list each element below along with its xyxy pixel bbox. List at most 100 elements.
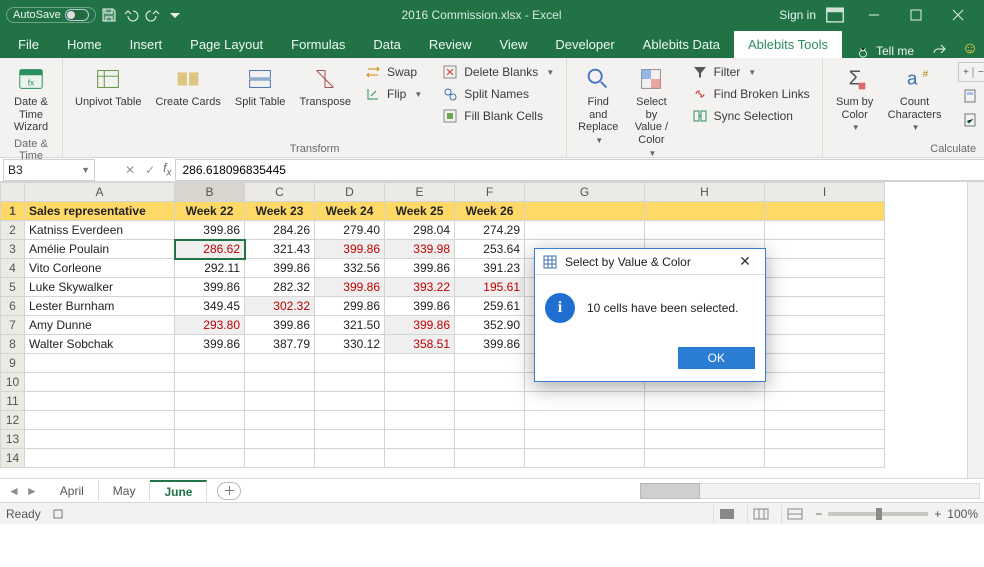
cell-C8[interactable]: 387.79 [245,335,315,354]
cell-B4[interactable]: 292.11 [175,259,245,278]
sheet-nav-next-icon[interactable]: ► [26,484,38,498]
ribbon-tab-view[interactable]: View [485,31,541,58]
maximize-icon[interactable] [896,3,936,27]
row-header-13[interactable]: 13 [1,430,25,449]
cell-C4[interactable]: 399.86 [245,259,315,278]
cell-E5[interactable]: 393.22 [385,278,455,297]
cancel-entry-icon[interactable]: ✕ [125,163,135,177]
save-icon[interactable] [100,6,118,24]
row-header-8[interactable]: 8 [1,335,25,354]
split-table-button[interactable]: Split Table [231,62,290,111]
cell-C7[interactable]: 399.86 [245,316,315,335]
cell-F3[interactable]: 253.64 [455,240,525,259]
decimals-spinner[interactable]: + − [958,62,984,82]
row-header-11[interactable]: 11 [1,392,25,411]
spinner-down-icon[interactable]: − [973,67,984,78]
col-header-I[interactable]: I [765,183,885,202]
row-header-10[interactable]: 10 [1,373,25,392]
row-header-9[interactable]: 9 [1,354,25,373]
sheet-nav-prev-icon[interactable]: ◄ [8,484,20,498]
cell-F7[interactable]: 352.90 [455,316,525,335]
cell-E2[interactable]: 298.04 [385,221,455,240]
ribbon-tab-review[interactable]: Review [415,31,486,58]
ribbon-display-icon[interactable] [824,6,846,24]
find-broken-links-button[interactable]: Find Broken Links [688,84,814,104]
swap-button[interactable]: Swap [361,62,426,82]
cell-A4[interactable]: Vito Corleone [25,259,175,278]
autosave[interactable]: AutoSave [6,7,96,23]
cell-B5[interactable]: 399.86 [175,278,245,297]
cell-D6[interactable]: 299.86 [315,297,385,316]
sum-by-color-button[interactable]: Σ Sum by Color▼ [831,62,879,134]
cell-E6[interactable]: 399.86 [385,297,455,316]
cell-B2[interactable]: 399.86 [175,221,245,240]
sheet-tab-may[interactable]: May [99,480,151,501]
row-header-7[interactable]: 7 [1,316,25,335]
zoom-in-icon[interactable]: + [934,507,941,521]
row-header-12[interactable]: 12 [1,411,25,430]
header-cell[interactable]: Week 22 [175,202,245,221]
ribbon-tab-ablebits-data[interactable]: Ablebits Data [629,31,734,58]
worksheet-grid[interactable]: ABCDEFGHI1Sales representativeWeek 22Wee… [0,182,984,478]
feedback-smile-icon[interactable]: ☺ [956,40,984,58]
cell-A6[interactable]: Lester Burnham [25,297,175,316]
flip-button[interactable]: Flip▼ [361,84,426,104]
formula-input[interactable] [175,159,984,181]
cell-A8[interactable]: Walter Sobchak [25,335,175,354]
qat-customize-icon[interactable] [166,6,184,24]
cell-E3[interactable]: 339.98 [385,240,455,259]
count-characters-button[interactable]: a# Count Characters▼ [885,62,945,134]
unpivot-table-button[interactable]: Unpivot Table [71,62,145,111]
header-cell[interactable]: Week 25 [385,202,455,221]
ribbon-tab-developer[interactable]: Developer [541,31,628,58]
cell-E4[interactable]: 399.86 [385,259,455,278]
ribbon-tab-formulas[interactable]: Formulas [277,31,359,58]
redo-icon[interactable] [144,6,162,24]
cell-F4[interactable]: 391.23 [455,259,525,278]
ribbon-tab-insert[interactable]: Insert [116,31,177,58]
split-names-button[interactable]: Split Names [438,84,558,104]
zoom-out-icon[interactable]: − [815,507,822,521]
cell-F8[interactable]: 399.86 [455,335,525,354]
ribbon-tab-file[interactable]: File [4,31,53,58]
cell-C2[interactable]: 284.26 [245,221,315,240]
delete-blanks-button[interactable]: Delete Blanks▼ [438,62,558,82]
close-icon[interactable] [938,3,978,27]
cell-F5[interactable]: 195.61 [455,278,525,297]
header-cell[interactable]: Week 23 [245,202,315,221]
name-box[interactable]: B3 ▼ [3,159,95,181]
dialog-ok-button[interactable]: OK [678,347,755,369]
filter-button[interactable]: Filter▼ [688,62,814,82]
undo-icon[interactable] [122,6,140,24]
sync-selection-button[interactable]: Sync Selection [688,106,814,126]
transpose-button[interactable]: Transpose [295,62,355,111]
dialog-close-icon[interactable]: ✕ [733,253,757,270]
zoom-slider[interactable] [828,512,928,516]
add-sheet-button[interactable]: ＋ [217,482,241,500]
fx-icon[interactable]: fx [161,161,175,178]
sheet-tab-april[interactable]: April [46,480,99,501]
fill-blank-cells-button[interactable]: Fill Blank Cells [438,106,558,126]
col-header-G[interactable]: G [525,183,645,202]
create-cards-button[interactable]: Create Cards [151,62,224,111]
row-header-3[interactable]: 3 [1,240,25,259]
row-header-6[interactable]: 6 [1,297,25,316]
cell-C5[interactable]: 282.32 [245,278,315,297]
row-header-1[interactable]: 1 [1,202,25,221]
col-header-E[interactable]: E [385,183,455,202]
cell-B3[interactable]: 286.62 [175,240,245,259]
cell-D2[interactable]: 279.40 [315,221,385,240]
col-header-A[interactable]: A [25,183,175,202]
autosave-toggle[interactable] [65,9,89,21]
tell-me[interactable]: Tell me [846,44,924,58]
cell-A3[interactable]: Amélie Poulain [25,240,175,259]
cell-D8[interactable]: 330.12 [315,335,385,354]
view-page-layout-icon[interactable] [747,505,773,523]
header-cell[interactable]: Week 24 [315,202,385,221]
view-page-break-icon[interactable] [781,505,807,523]
cell-D3[interactable]: 399.86 [315,240,385,259]
col-header-B[interactable]: B [175,183,245,202]
sheet-tab-june[interactable]: June [150,480,207,502]
cell-F2[interactable]: 274.29 [455,221,525,240]
cell-C3[interactable]: 321.43 [245,240,315,259]
